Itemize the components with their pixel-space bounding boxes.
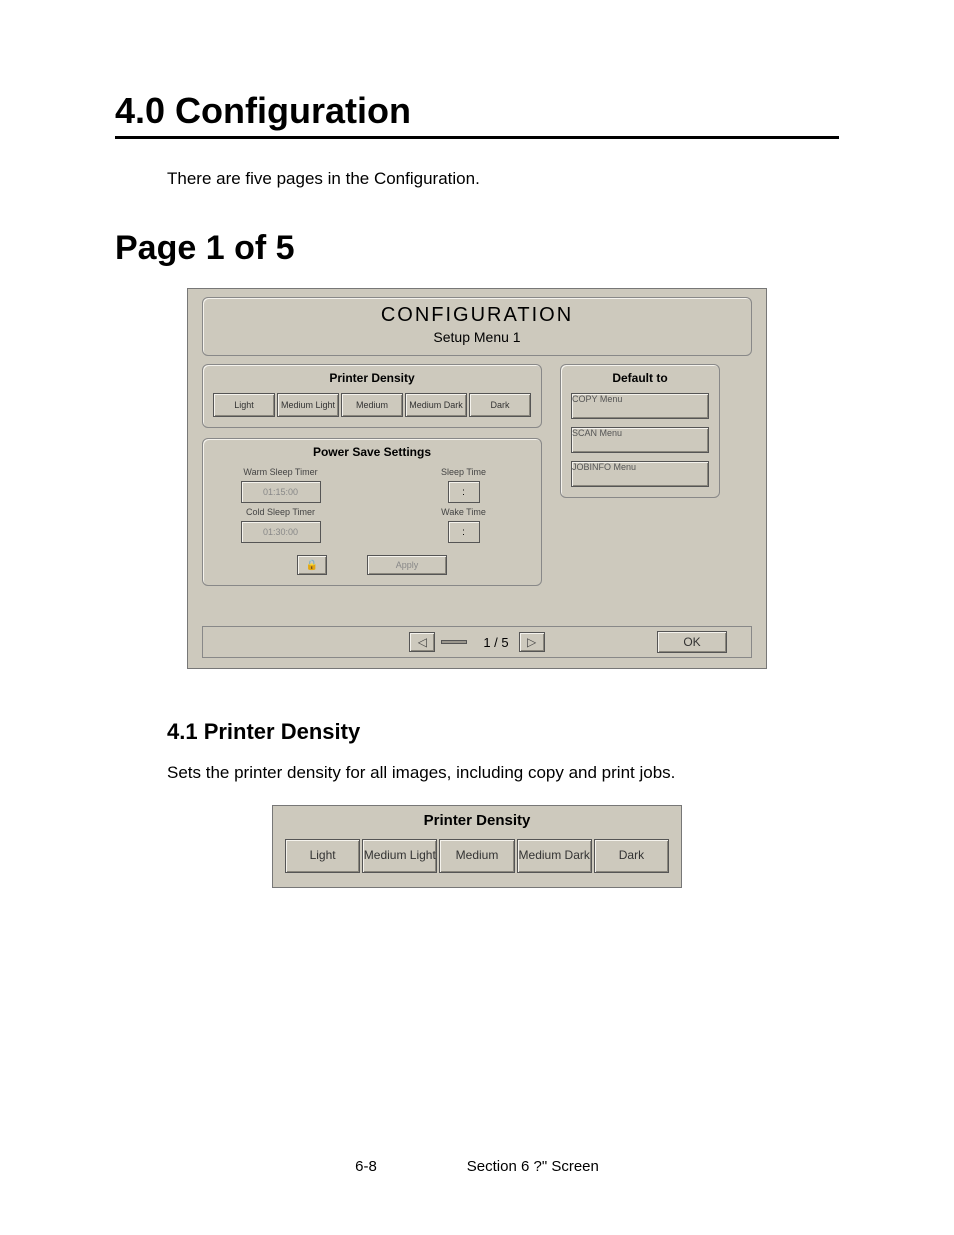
heading-printer-density: 4.1 Printer Density	[167, 719, 839, 745]
cold-sleep-value[interactable]: 01:30:00	[241, 521, 321, 543]
density2-medium-light-button[interactable]: Medium Light	[362, 839, 437, 873]
apply-button[interactable]: Apply	[367, 555, 447, 575]
config-title: CONFIGURATION	[203, 304, 751, 327]
page-slider[interactable]	[441, 640, 467, 644]
sleep-time-value[interactable]: :	[448, 481, 480, 503]
page-footer-right: Section 6 ?" Screen	[467, 1158, 599, 1175]
density-dark-button[interactable]: Dark	[469, 393, 531, 417]
ok-button[interactable]: OK	[657, 631, 727, 653]
warm-sleep-value[interactable]: 01:15:00	[241, 481, 321, 503]
density2-title: Printer Density	[285, 812, 669, 829]
density-medium-button[interactable]: Medium	[341, 393, 403, 417]
page-footer-left: 6-8	[355, 1158, 377, 1175]
density-medium-light-button[interactable]: Medium Light	[277, 393, 339, 417]
page-indicator: 1 / 5	[483, 635, 508, 650]
wake-time-value[interactable]: :	[448, 521, 480, 543]
power-save-group: Power Save Settings Warm Sleep Timer Sle…	[202, 438, 542, 586]
density-medium-dark-button[interactable]: Medium Dark	[405, 393, 467, 417]
configuration-screenshot: CONFIGURATION Setup Menu 1 Printer Densi…	[187, 288, 767, 669]
density2-medium-light-label: Medium Light	[364, 849, 436, 862]
warm-sleep-label: Warm Sleep Timer	[213, 467, 348, 477]
heading-configuration: 4.0 Configuration	[115, 90, 839, 139]
config-footer-bar: ◁ 1 / 5 ▷ OK	[202, 626, 752, 658]
default-to-group: Default to COPY Menu SCAN Menu JOBINFO M…	[560, 364, 720, 498]
density2-medium-button[interactable]: Medium	[439, 839, 514, 873]
density2-medium-dark-label: Medium Dark	[519, 849, 590, 862]
default-scan-menu-button[interactable]: SCAN Menu	[571, 427, 709, 453]
default-copy-menu-button[interactable]: COPY Menu	[571, 393, 709, 419]
config-subtitle: Setup Menu 1	[203, 329, 751, 345]
power-save-title: Power Save Settings	[213, 445, 531, 459]
printer-density-screenshot: Printer Density Light Medium Light Mediu…	[272, 805, 682, 888]
intro-text: There are five pages in the Configuratio…	[167, 169, 839, 189]
default-jobinfo-menu-button[interactable]: JOBINFO Menu	[571, 461, 709, 487]
density2-dark-button[interactable]: Dark	[594, 839, 669, 873]
config-title-frame: CONFIGURATION Setup Menu 1	[202, 297, 752, 356]
density2-light-button[interactable]: Light	[285, 839, 360, 873]
printer-density-title: Printer Density	[213, 371, 531, 385]
next-page-button[interactable]: ▷	[519, 632, 545, 652]
printer-density-description: Sets the printer density for all images,…	[167, 763, 839, 783]
printer-density-group: Printer Density Light Medium Light Mediu…	[202, 364, 542, 428]
density-light-button[interactable]: Light	[213, 393, 275, 417]
heading-page-1-of-5: Page 1 of 5	[115, 229, 839, 268]
density2-medium-dark-button[interactable]: Medium Dark	[517, 839, 592, 873]
page-footer: 6-8 Section 6 ?" Screen	[0, 1158, 954, 1175]
wake-time-label: Wake Time	[396, 507, 531, 517]
lock-icon[interactable]: 🔒	[297, 555, 327, 575]
default-to-title: Default to	[571, 371, 709, 385]
sleep-time-label: Sleep Time	[396, 467, 531, 477]
prev-page-button[interactable]: ◁	[409, 632, 435, 652]
cold-sleep-label: Cold Sleep Timer	[213, 507, 348, 517]
